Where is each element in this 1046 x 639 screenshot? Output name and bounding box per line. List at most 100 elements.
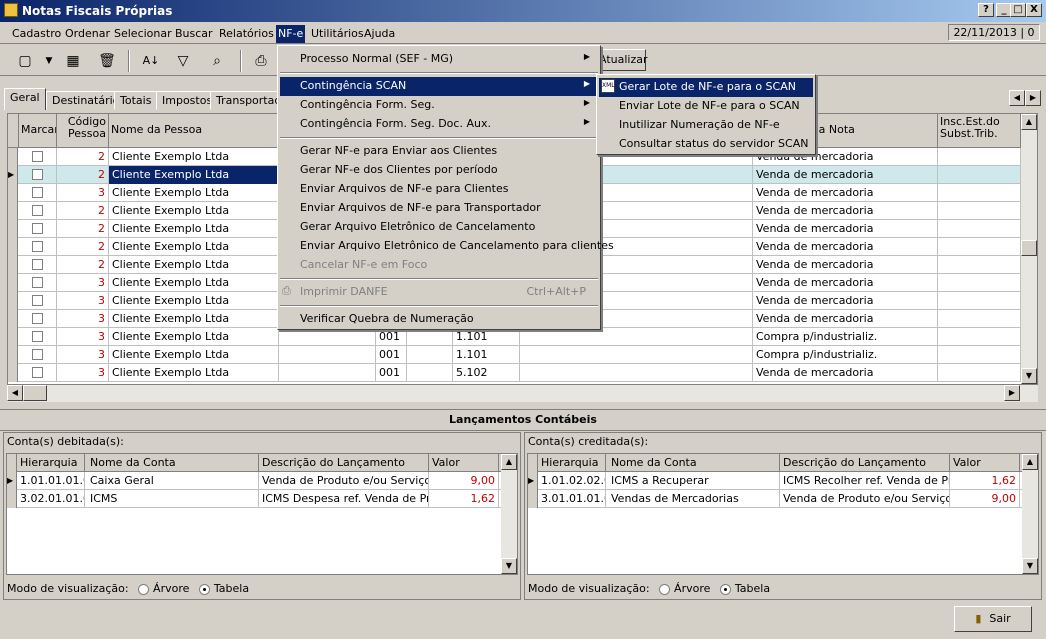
menu-item-gerar-cancelamento[interactable]: Gerar Arquivo Eletrônico de Cancelamento [280,218,598,237]
close-button[interactable]: X [1026,3,1042,17]
scroll-up-icon[interactable]: ▲ [1021,114,1037,130]
scroll-up-icon[interactable]: ▲ [1022,454,1038,470]
marcar-checkbox[interactable] [32,349,43,360]
preview-icon[interactable]: ⎙ [250,50,272,72]
column-header[interactable]: Hierarquia [538,454,606,472]
menu-separator [280,278,598,280]
menu-selecionar[interactable]: Selecionar [114,27,172,40]
scroll-up-icon[interactable]: ▲ [501,454,517,470]
marcar-checkbox[interactable] [32,367,43,378]
grid-horizontal-scrollbar[interactable]: ◀ ▶ [7,385,1038,402]
code-cell: 3 [57,364,109,382]
tab-totais[interactable]: Totais [114,91,158,110]
atualizar-button[interactable]: Atualizar [598,49,648,71]
menu-cadastro[interactable]: Cadastro [12,27,61,40]
tab-scroll-right-icon[interactable]: ▶ [1025,90,1041,106]
marcar-checkbox[interactable] [32,259,43,270]
table-row[interactable]: 3 Cliente Exemplo Ltda 001 1.101 Compra p/in… [8,346,1021,364]
menu-item-contingencia-form-seg[interactable]: Contingência Form. Seg. ▶ [280,96,598,115]
menu-nfe[interactable]: NF-e [276,25,306,43]
marcar-checkbox[interactable] [32,187,43,198]
tab-scroll-left-icon[interactable]: ◀ [1009,90,1025,106]
menu-item-contingencia-doc-aux[interactable]: Contingência Form. Seg. Doc. Aux. ▶ [280,115,598,134]
submenu-item-inutilizar[interactable]: Inutilizar Numeração de NF-e [599,116,813,135]
column-header[interactable]: Descrição do Lançamento [780,454,950,472]
marcar-checkbox[interactable] [32,205,43,216]
column-header[interactable]: Valor [950,454,1020,472]
arvore-radio[interactable] [138,583,150,595]
debit-grid[interactable]: Hierarquia Nome da Conta Descrição do Lanç… [6,453,518,575]
marcar-checkbox[interactable] [32,277,43,288]
tab-transportador[interactable]: Transportador [210,91,293,110]
sair-button[interactable]: ▮ Sair [954,606,1032,632]
hscroll-thumb[interactable] [23,385,47,401]
nome-header[interactable]: Nome da Pessoa [109,114,279,148]
arvore-radio[interactable] [659,583,671,595]
export-icon[interactable]: ▦ [62,50,84,72]
column-header[interactable]: Valor [429,454,499,472]
menu-ajuda[interactable]: Ajuda [364,27,395,40]
cfop-cell: 1.101 [453,328,520,346]
menu-item-enviar-transportador[interactable]: Enviar Arquivos de NF-e para Transportad… [280,199,598,218]
table-row[interactable]: 3 Cliente Exemplo Ltda 001 1.101 Compra p/in… [8,328,1021,346]
help-button[interactable]: ? [978,3,994,17]
scroll-left-icon[interactable]: ◀ [7,385,23,401]
scroll-down-icon[interactable]: ▼ [1022,558,1038,574]
op-cell: Venda de mercadoria [753,256,938,274]
marcar-header[interactable]: Marcar [19,114,57,148]
marcar-checkbox[interactable] [32,241,43,252]
scroll-right-icon[interactable]: ▶ [1004,385,1020,401]
table-row[interactable]: 3.02.01.01.00ICMSICMS Despesa ref. Venda… [7,490,501,508]
scroll-thumb[interactable] [1021,240,1037,256]
menu-item-processo-normal[interactable]: Processo Normal (SEF - MG) ▶ [280,50,598,69]
code-cell: 3 [57,346,109,364]
menu-item-contingencia-scan[interactable]: Contingência SCAN ▶ [280,77,598,96]
menu-item-enviar-clientes[interactable]: Enviar Arquivos de NF-e para Clientes [280,180,598,199]
marcar-checkbox[interactable] [32,331,43,342]
marcar-checkbox[interactable] [32,295,43,306]
column-header[interactable]: Nome da Conta [87,454,259,472]
menu-utilitarios[interactable]: Utilitários [311,27,364,40]
credit-grid[interactable]: Hierarquia Nome da Conta Descrição do Lanç… [527,453,1039,575]
marcar-checkbox[interactable] [32,223,43,234]
tabela-radio[interactable] [719,583,731,595]
column-header[interactable]: Hierarquia [17,454,85,472]
binoculars-icon[interactable]: ⌕ [206,50,228,72]
insc-header[interactable]: Insc.Est.do Subst.Trib. [938,114,1021,148]
submenu-item-gerar-lote[interactable]: XML Gerar Lote de NF-e para o SCAN [599,78,813,97]
column-header[interactable]: Nome da Conta [608,454,780,472]
menu-buscar[interactable]: Buscar [175,27,213,40]
scroll-down-icon[interactable]: ▼ [1021,368,1037,384]
credit-scrollbar[interactable]: ▲ ▼ [1022,454,1038,574]
grid-vertical-scrollbar[interactable]: ▲ ▼ [1021,114,1037,384]
scroll-down-icon[interactable]: ▼ [501,558,517,574]
marcar-checkbox[interactable] [32,151,43,162]
tab-geral[interactable]: Geral [4,88,46,110]
menu-item-verificar-quebra[interactable]: Verificar Quebra de Numeração [280,310,598,329]
codigo-header[interactable]: Código Pessoa [57,114,109,148]
menu-ordenar[interactable]: Ordenar [65,27,110,40]
submenu-item-enviar-lote[interactable]: Enviar Lote de NF-e para o SCAN [599,97,813,116]
tabela-radio[interactable] [198,583,210,595]
menu-item-enviar-cancelamento[interactable]: Enviar Arquivo Eletrônico de Cancelament… [280,237,614,256]
menu-relatorios[interactable]: Relatórios [219,27,274,40]
filter-icon[interactable]: ▽ [172,50,194,72]
dropdown-arrow-icon[interactable]: ▼ [38,50,60,72]
tab-impostos[interactable]: Impostos [156,91,219,110]
menu-item-gerar-nfe-periodo[interactable]: Gerar NF-e dos Clientes por período [280,161,598,180]
column-header[interactable]: Descrição do Lançamento [259,454,429,472]
maximize-button[interactable]: □ [1010,3,1026,17]
table-row[interactable]: ▶1.01.01.01.00Caixa GeralVenda de Produt… [7,472,501,490]
marcar-checkbox[interactable] [32,169,43,180]
marcar-checkbox[interactable] [32,313,43,324]
menu-item-gerar-nfe-clientes[interactable]: Gerar NF-e para Enviar aos Clientes [280,142,598,161]
delete-icon[interactable]: 🗑 [96,50,118,72]
submenu-item-consultar-status[interactable]: Consultar status do servidor SCAN [599,135,813,154]
debit-scrollbar[interactable]: ▲ ▼ [501,454,517,574]
table-row[interactable]: 3.01.01.01.00Vendas de MercadoriasVenda … [528,490,1022,508]
new-document-icon[interactable]: ▢ [14,50,36,72]
sort-icon[interactable]: A↓ [140,50,162,72]
table-row[interactable]: 3 Cliente Exemplo Ltda 001 5.102 Venda de me… [8,364,1021,382]
empty-cell [938,274,1021,292]
table-row[interactable]: ▶1.01.02.02.00ICMS a RecuperarICMS Recol… [528,472,1022,490]
